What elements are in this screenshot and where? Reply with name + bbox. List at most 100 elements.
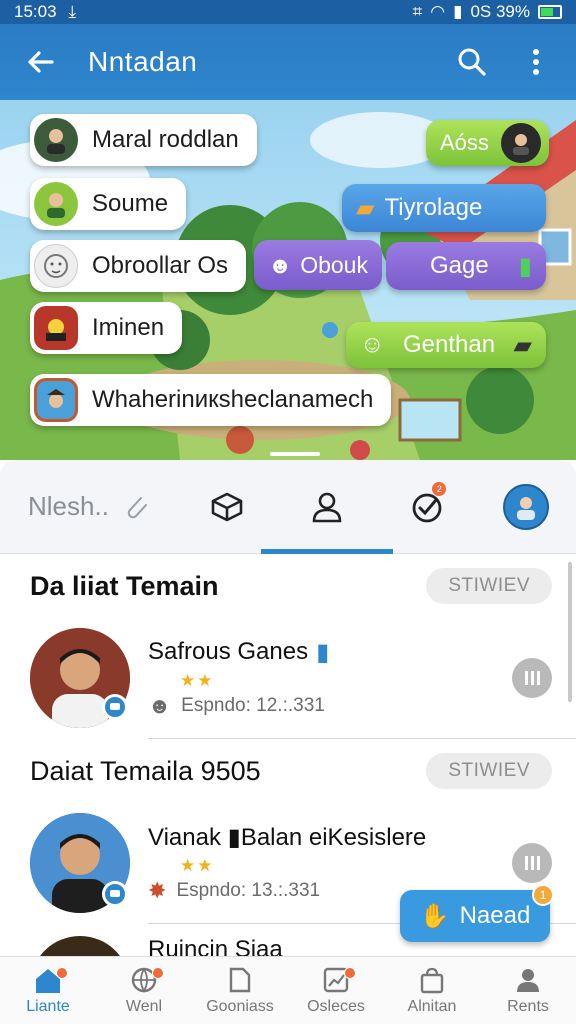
more-vert-icon[interactable] <box>514 40 558 84</box>
person-icon <box>312 492 342 522</box>
pause-button[interactable] <box>512 843 552 883</box>
battery-icon <box>538 5 562 19</box>
person-icon <box>517 968 539 992</box>
nav-label: Liante <box>26 997 70 1015</box>
nav-world[interactable]: Wenl <box>96 957 192 1024</box>
chip-label: Iminen <box>92 314 165 341</box>
nav-badge <box>151 967 164 979</box>
character-icon: ☻ <box>268 251 293 278</box>
status-bar: 15:03 ⤓ ⌗ ◠ ▮ 0S 39% <box>0 0 576 24</box>
chip-label: Gage <box>430 252 489 279</box>
map-chip-aoss[interactable]: Aóss <box>426 120 549 166</box>
avatar <box>34 182 78 226</box>
map-chip-player[interactable]: Soume <box>30 178 187 230</box>
section-title: Daiat Temaila 9505 <box>30 755 261 786</box>
bottom-navigation: Liante Wenl Gooniass Osleces Alnitan Ren… <box>0 956 576 1024</box>
avatar <box>34 378 78 422</box>
bag-icon <box>420 967 444 993</box>
map-chip-tiyrolage[interactable]: ▰ Tiyrolage <box>342 184 546 232</box>
avatar <box>34 306 78 350</box>
document-icon <box>229 967 251 992</box>
view-button[interactable]: STIWIEV <box>426 568 552 604</box>
game-map-banner[interactable]: Maral roddlan Soume Obroollar Os Iminen … <box>0 100 576 460</box>
map-chip-genthan[interactable]: ☺ Genthan ▰ <box>346 322 546 368</box>
player-name: Safrous Ganes <box>148 638 309 665</box>
lion-icon <box>34 244 78 288</box>
list-item[interactable]: Safrous Ganes ▮ ★★ ☻ Espndo: 12.:.331 <box>0 618 576 738</box>
search-icon[interactable] <box>450 40 494 84</box>
item-icon: ▮ <box>518 252 532 280</box>
search-tab[interactable]: Nlesh.. <box>0 460 177 554</box>
download-icon: ⤓ <box>68 2 77 21</box>
avatar <box>500 123 541 163</box>
nav-shop[interactable]: Alnitan <box>384 957 480 1024</box>
pause-button[interactable] <box>512 658 552 698</box>
nav-badge <box>55 967 68 979</box>
nav-label: Alnitan <box>407 997 457 1015</box>
chip-label: Soume <box>92 190 169 217</box>
trophy-icon: ☻ <box>148 692 172 718</box>
avatar <box>30 936 130 956</box>
section-title: Da liiat Temain <box>30 570 219 601</box>
character-icon: ☺ <box>360 331 385 358</box>
player-meta: Espndo: 13.:.331 <box>176 879 321 901</box>
chip-label: Obroollar Os <box>92 252 229 279</box>
next-button[interactable]: ✋ Naead 1 <box>400 884 554 942</box>
chat-badge-icon <box>102 694 128 720</box>
avatar <box>503 483 550 530</box>
nav-profile[interactable]: Rents <box>480 957 576 1024</box>
rating-stars: ★★ <box>180 670 215 690</box>
page-title: Nntadan <box>88 46 198 77</box>
search-placeholder: Nlesh.. <box>28 491 109 521</box>
eraser-icon: ▰ <box>356 194 375 222</box>
network-icon: ⌗ <box>412 2 423 21</box>
wifi-icon: ◠ <box>430 2 446 21</box>
app-bar: Nntadan <box>0 24 576 100</box>
signal-icon: ▮ <box>453 2 463 21</box>
nav-label: Gooniass <box>206 997 274 1015</box>
avatar <box>34 118 78 162</box>
chip-label: Genthan <box>402 331 496 358</box>
nav-home[interactable]: Liante <box>0 957 96 1024</box>
nav-label: Osleces <box>307 997 365 1015</box>
player-meta: Espndo: 12.:.331 <box>181 694 325 716</box>
player-name: Ruincin Siaa <box>148 936 283 956</box>
chip-label: Aóss <box>440 130 489 155</box>
map-chip-player[interactable]: Obroollar Os <box>30 240 247 292</box>
map-chip-gage[interactable]: Gage ▮ <box>386 242 546 290</box>
nav-files[interactable]: Gooniass <box>192 957 288 1024</box>
map-chip-player[interactable]: Whaherinикsheclanamech <box>30 374 392 426</box>
hand-icon: ✋ <box>419 902 450 930</box>
nav-label: Rents <box>507 997 549 1015</box>
section-header: Da liiat Temain STIWIEV <box>0 554 576 618</box>
leaf-icon: ✸ <box>148 877 167 903</box>
status-time: 15:03 <box>14 2 57 21</box>
tab-tasks[interactable]: 2 <box>377 460 477 554</box>
nav-stats[interactable]: Osleces <box>288 957 384 1024</box>
chat-badge-icon <box>102 881 128 907</box>
drag-handle[interactable] <box>270 452 320 456</box>
next-label: Naead <box>459 902 531 929</box>
chip-label: Tiyrolage <box>384 194 483 221</box>
item-icon: ▰ <box>513 331 532 359</box>
cube-icon <box>211 492 243 521</box>
chip-label: Obouk <box>300 251 368 278</box>
nav-label: Wenl <box>125 997 163 1015</box>
fab-badge: 1 <box>532 884 554 906</box>
nav-badge <box>343 967 356 979</box>
map-chip-obouk[interactable]: ☻ Obouk <box>254 240 382 290</box>
tab-cube[interactable] <box>177 460 277 554</box>
back-arrow-icon[interactable] <box>18 40 62 84</box>
map-chip-player[interactable]: Iminen <box>30 302 183 354</box>
section-header: Daiat Temaila 9505 STIWIEV <box>0 739 576 803</box>
tab-profile[interactable] <box>261 460 393 554</box>
tab-account[interactable] <box>476 460 576 554</box>
view-button[interactable]: STIWIEV <box>426 753 552 789</box>
chip-label: Maral roddlan <box>92 126 239 153</box>
notification-badge: 2 <box>432 481 447 496</box>
tab-bar: Nlesh.. 2 <box>0 460 576 554</box>
chip-label: Whaherinикsheclanamech <box>92 386 374 413</box>
map-chip-player[interactable]: Maral roddlan <box>30 114 257 166</box>
player-name: Vianak ▮Balan eiKesislere <box>148 823 427 851</box>
battery-text: 0S 39% <box>470 2 530 21</box>
